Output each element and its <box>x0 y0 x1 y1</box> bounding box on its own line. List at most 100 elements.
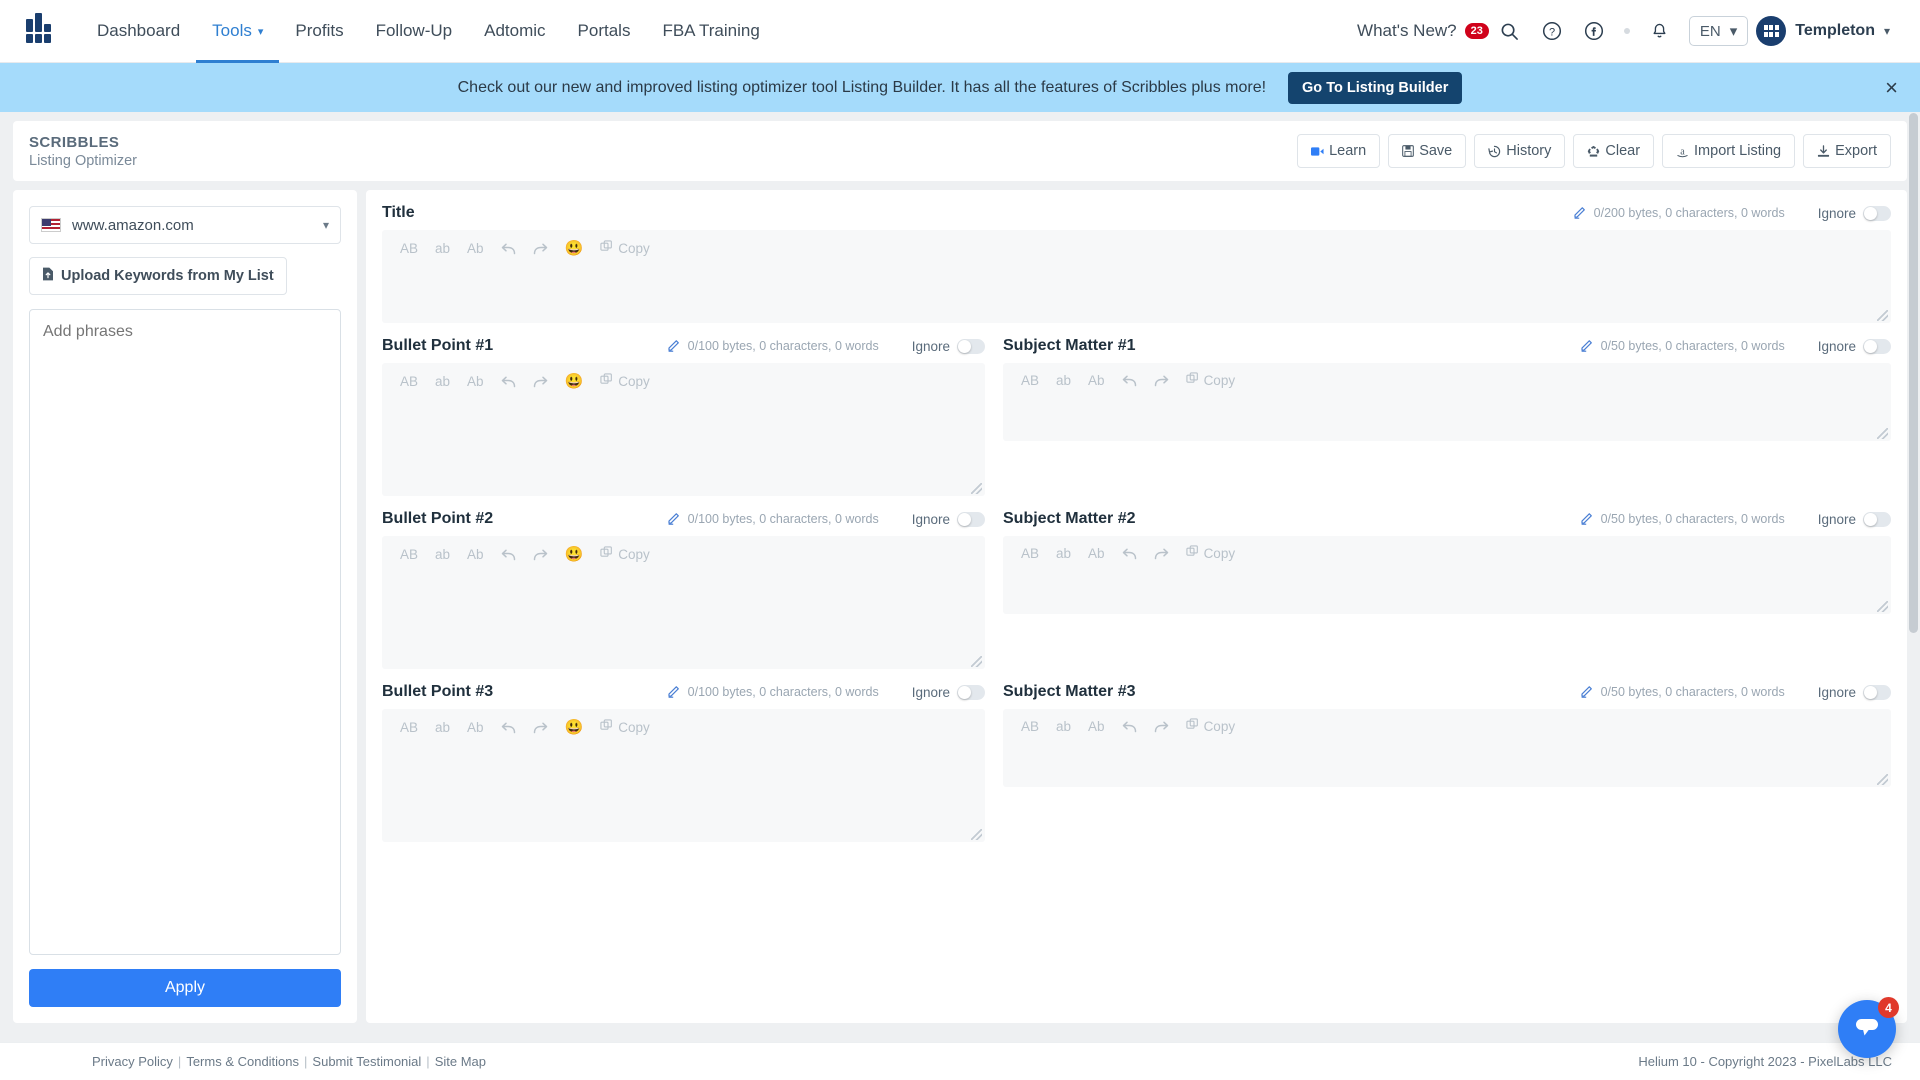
ignore-toggle[interactable] <box>957 338 985 354</box>
uppercase-tool[interactable]: AB <box>1021 546 1039 561</box>
lowercase-tool[interactable]: ab <box>435 547 450 562</box>
resize-handle[interactable] <box>1877 310 1888 321</box>
title-editor[interactable]: AB ab Ab 😃 Copy <box>382 230 1891 323</box>
footer-link-submit-testimonial[interactable]: Submit Testimonial <box>312 1054 421 1069</box>
capitalize-tool[interactable]: Ab <box>1088 373 1105 388</box>
pencil-icon[interactable] <box>667 338 681 355</box>
nav-link-dashboard[interactable]: Dashboard <box>81 0 196 63</box>
clear-button[interactable]: Clear <box>1573 134 1655 168</box>
pencil-icon[interactable] <box>667 511 681 528</box>
uppercase-tool[interactable]: AB <box>400 547 418 562</box>
uppercase-tool[interactable]: AB <box>1021 719 1039 734</box>
footer-link-terms[interactable]: Terms & Conditions <box>186 1054 299 1069</box>
resize-handle[interactable] <box>1877 428 1888 439</box>
bell-icon[interactable] <box>1639 10 1681 52</box>
export-button[interactable]: Export <box>1803 134 1891 168</box>
marketplace-selector[interactable]: www.amazon.com ▾ <box>29 206 341 244</box>
pencil-icon[interactable] <box>1580 684 1594 701</box>
resize-handle[interactable] <box>1877 774 1888 785</box>
copy-button[interactable]: Copy <box>600 719 650 735</box>
redo-arrow-icon[interactable] <box>533 375 548 388</box>
uppercase-tool[interactable]: AB <box>400 720 418 735</box>
upload-keywords-button[interactable]: Upload Keywords from My List <box>29 257 287 295</box>
pencil-icon[interactable] <box>1573 205 1587 222</box>
question-circle-icon[interactable]: ? <box>1531 10 1573 52</box>
undo-arrow-icon[interactable] <box>1122 720 1137 733</box>
pencil-icon[interactable] <box>667 684 681 701</box>
lowercase-tool[interactable]: ab <box>435 720 450 735</box>
language-selector[interactable]: EN ▾ <box>1688 16 1749 46</box>
smiley-emoji-icon[interactable]: 😃 <box>565 372 584 390</box>
subject-matter-2-editor[interactable]: AB ab Ab Copy <box>1003 536 1891 614</box>
ignore-toggle[interactable] <box>957 684 985 700</box>
nav-link-fba-training[interactable]: FBA Training <box>646 0 775 63</box>
copy-button[interactable]: Copy <box>600 240 650 256</box>
undo-arrow-icon[interactable] <box>501 375 516 388</box>
lowercase-tool[interactable]: ab <box>1056 719 1071 734</box>
learn-button[interactable]: Learn <box>1297 134 1381 168</box>
capitalize-tool[interactable]: Ab <box>467 547 484 562</box>
capitalize-tool[interactable]: Ab <box>467 374 484 389</box>
lowercase-tool[interactable]: ab <box>435 374 450 389</box>
copy-button[interactable]: Copy <box>600 373 650 389</box>
pencil-icon[interactable] <box>1580 338 1594 355</box>
bullet-point-1-editor[interactable]: AB ab Ab 😃 Copy <box>382 363 985 496</box>
user-menu[interactable]: Templeton ▾ <box>1756 16 1894 46</box>
capitalize-tool[interactable]: Ab <box>1088 546 1105 561</box>
bullet-point-2-editor[interactable]: AB ab Ab 😃 Copy <box>382 536 985 669</box>
uppercase-tool[interactable]: AB <box>400 374 418 389</box>
save-button[interactable]: Save <box>1388 134 1467 168</box>
undo-arrow-icon[interactable] <box>1122 547 1137 560</box>
lowercase-tool[interactable]: ab <box>435 241 450 256</box>
ignore-toggle[interactable] <box>1863 684 1891 700</box>
chat-widget-button[interactable]: 4 <box>1838 997 1899 1058</box>
nav-link-portals[interactable]: Portals <box>562 0 647 63</box>
resize-handle[interactable] <box>971 829 982 840</box>
pencil-icon[interactable] <box>1580 511 1594 528</box>
add-phrases-input[interactable] <box>29 309 341 955</box>
undo-arrow-icon[interactable] <box>1122 374 1137 387</box>
nav-link-follow-up[interactable]: Follow-Up <box>360 0 469 63</box>
redo-arrow-icon[interactable] <box>1154 547 1169 560</box>
search-icon[interactable] <box>1489 10 1531 52</box>
copy-button[interactable]: Copy <box>1185 372 1235 388</box>
redo-arrow-icon[interactable] <box>533 242 548 255</box>
undo-arrow-icon[interactable] <box>501 242 516 255</box>
whats-new-button[interactable]: What's New? 23 <box>1357 21 1489 41</box>
lowercase-tool[interactable]: ab <box>1056 546 1071 561</box>
copy-button[interactable]: Copy <box>1185 545 1235 561</box>
uppercase-tool[interactable]: AB <box>400 241 418 256</box>
capitalize-tool[interactable]: Ab <box>1088 719 1105 734</box>
undo-arrow-icon[interactable] <box>501 548 516 561</box>
nav-link-tools[interactable]: Tools ▾ <box>196 0 279 63</box>
capitalize-tool[interactable]: Ab <box>467 241 484 256</box>
capitalize-tool[interactable]: Ab <box>467 720 484 735</box>
redo-arrow-icon[interactable] <box>533 721 548 734</box>
ignore-toggle[interactable] <box>1863 205 1891 221</box>
apply-button[interactable]: Apply <box>29 969 341 1007</box>
lowercase-tool[interactable]: ab <box>1056 373 1071 388</box>
page-scrollbar[interactable] <box>1909 113 1918 633</box>
footer-link-site-map[interactable]: Site Map <box>435 1054 486 1069</box>
facebook-icon[interactable] <box>1573 10 1615 52</box>
undo-arrow-icon[interactable] <box>501 721 516 734</box>
nav-link-profits[interactable]: Profits <box>279 0 359 63</box>
footer-link-privacy-policy[interactable]: Privacy Policy <box>92 1054 173 1069</box>
subject-matter-3-editor[interactable]: AB ab Ab Copy <box>1003 709 1891 787</box>
helium10-logo[interactable] <box>26 13 51 43</box>
resize-handle[interactable] <box>1877 601 1888 612</box>
smiley-emoji-icon[interactable]: 😃 <box>565 239 584 257</box>
smiley-emoji-icon[interactable]: 😃 <box>565 545 584 563</box>
redo-arrow-icon[interactable] <box>1154 374 1169 387</box>
redo-arrow-icon[interactable] <box>1154 720 1169 733</box>
close-icon[interactable]: × <box>1885 76 1898 99</box>
nav-link-adtomic[interactable]: Adtomic <box>468 0 561 63</box>
copy-button[interactable]: Copy <box>600 546 650 562</box>
ignore-toggle[interactable] <box>1863 511 1891 527</box>
ignore-toggle[interactable] <box>1863 338 1891 354</box>
subject-matter-1-editor[interactable]: AB ab Ab Copy <box>1003 363 1891 441</box>
redo-arrow-icon[interactable] <box>533 548 548 561</box>
resize-handle[interactable] <box>971 483 982 494</box>
copy-button[interactable]: Copy <box>1185 718 1235 734</box>
bullet-point-3-editor[interactable]: AB ab Ab 😃 Copy <box>382 709 985 842</box>
